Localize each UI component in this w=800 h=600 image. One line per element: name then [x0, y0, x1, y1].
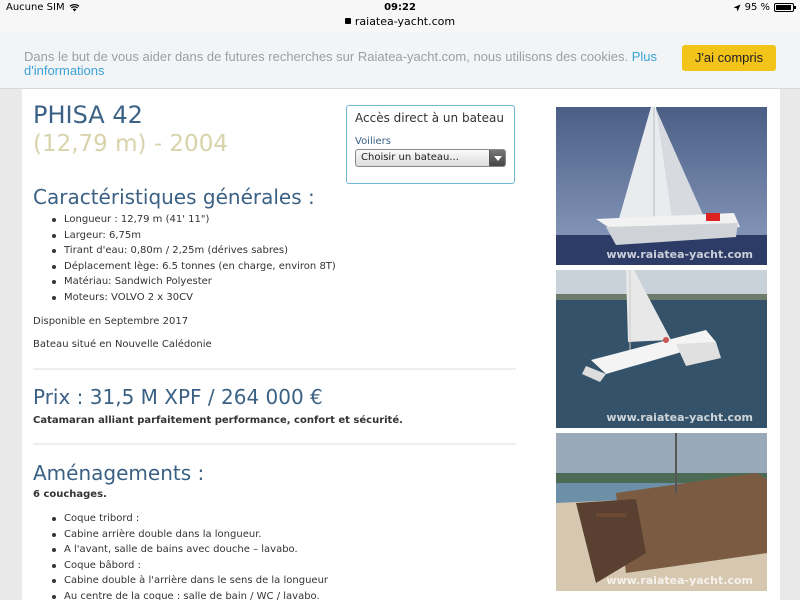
battery-percent: 95 %: [744, 2, 770, 13]
boat-access-box: Accès direct à un bateau Voiliers Choisi…: [346, 105, 515, 184]
boat-access-title: Accès direct à un bateau: [355, 111, 504, 125]
catamaran-aerial-image: [556, 270, 767, 428]
list-item: Coque tribord :: [33, 511, 328, 527]
cookie-message: Dans le but de vous aider dans de future…: [24, 50, 664, 78]
status-bar: Aucune SIM 09:22 95 %: [0, 0, 800, 16]
amenagements-list: Coque tribord : Cabine arrière double da…: [33, 511, 328, 600]
battery-icon: [774, 3, 796, 12]
boat-photo-3[interactable]: www.raiatea-yacht.com: [556, 433, 767, 591]
lock-icon: [344, 18, 351, 24]
list-item: Largeur: 6,75m: [33, 228, 336, 244]
photo-watermark: www.raiatea-yacht.com: [606, 574, 753, 587]
general-spec-list: Longueur : 12,79 m (41' 11") Largeur: 6,…: [33, 212, 336, 305]
beds-text: 6 couchages.: [33, 489, 107, 500]
divider: [33, 443, 516, 445]
page-content: PHISA 42 (12,79 m) - 2004 Accès direct à…: [22, 89, 780, 600]
amenagements-heading: Aménagements :: [33, 461, 205, 485]
location-text: Bateau situé en Nouvelle Calédonie: [33, 339, 212, 350]
list-item: Cabine double à l'arrière dans le sens d…: [33, 573, 328, 589]
cookie-accept-button[interactable]: J'ai compris: [682, 45, 776, 71]
boat-subtitle: (12,79 m) - 2004: [33, 131, 228, 157]
list-item: Au centre de la coque : salle de bain / …: [33, 589, 328, 600]
cookie-message-text: Dans le but de vous aider dans de future…: [24, 49, 629, 64]
availability-text: Disponible en Septembre 2017: [33, 316, 189, 327]
boat-select-value: Choisir un bateau...: [361, 152, 459, 163]
list-item: Coque bâbord :: [33, 558, 328, 574]
photo-watermark: www.raiatea-yacht.com: [606, 248, 753, 261]
photo-watermark: www.raiatea-yacht.com: [606, 411, 753, 424]
price-heading: Prix : 31,5 M XPF / 264 000 €: [33, 385, 323, 409]
catamaran-deck-image: [556, 433, 767, 591]
list-item: Tirant d'eau: 0,80m / 2,25m (dérives sab…: [33, 243, 336, 259]
list-item: Longueur : 12,79 m (41' 11"): [33, 212, 336, 228]
url-host: raiatea-yacht.com: [354, 15, 456, 28]
boat-type-label: Voiliers: [355, 136, 391, 147]
divider: [33, 368, 516, 370]
list-item: Déplacement lège: 6.5 tonnes (en charge,…: [33, 259, 336, 275]
status-right: 95 %: [733, 2, 796, 13]
boat-photo-2[interactable]: www.raiatea-yacht.com: [556, 270, 767, 428]
list-item: Matériau: Sandwich Polyester: [33, 274, 336, 290]
boat-photo-1[interactable]: www.raiatea-yacht.com: [556, 107, 767, 265]
battery-fill: [776, 5, 791, 10]
list-item: Cabine arrière double dans la longueur.: [33, 527, 328, 543]
cookie-banner: Dans le but de vous aider dans de future…: [0, 32, 800, 89]
chevron-down-icon: [489, 150, 505, 166]
list-item: Moteurs: VOLVO 2 x 30CV: [33, 290, 336, 306]
price-tagline: Catamaran alliant parfaitement performan…: [33, 415, 403, 426]
catamaran-sailing-image: [556, 107, 767, 265]
list-item: A l'avant, salle de bains avec douche – …: [33, 542, 328, 558]
location-arrow-icon: [733, 4, 741, 11]
boat-name: PHISA 42: [33, 101, 143, 129]
url-bar[interactable]: raiatea-yacht.com: [0, 16, 800, 32]
boat-select[interactable]: Choisir un bateau...: [355, 149, 506, 167]
general-heading: Caractéristiques générales :: [33, 185, 315, 209]
status-time: 09:22: [384, 2, 416, 13]
